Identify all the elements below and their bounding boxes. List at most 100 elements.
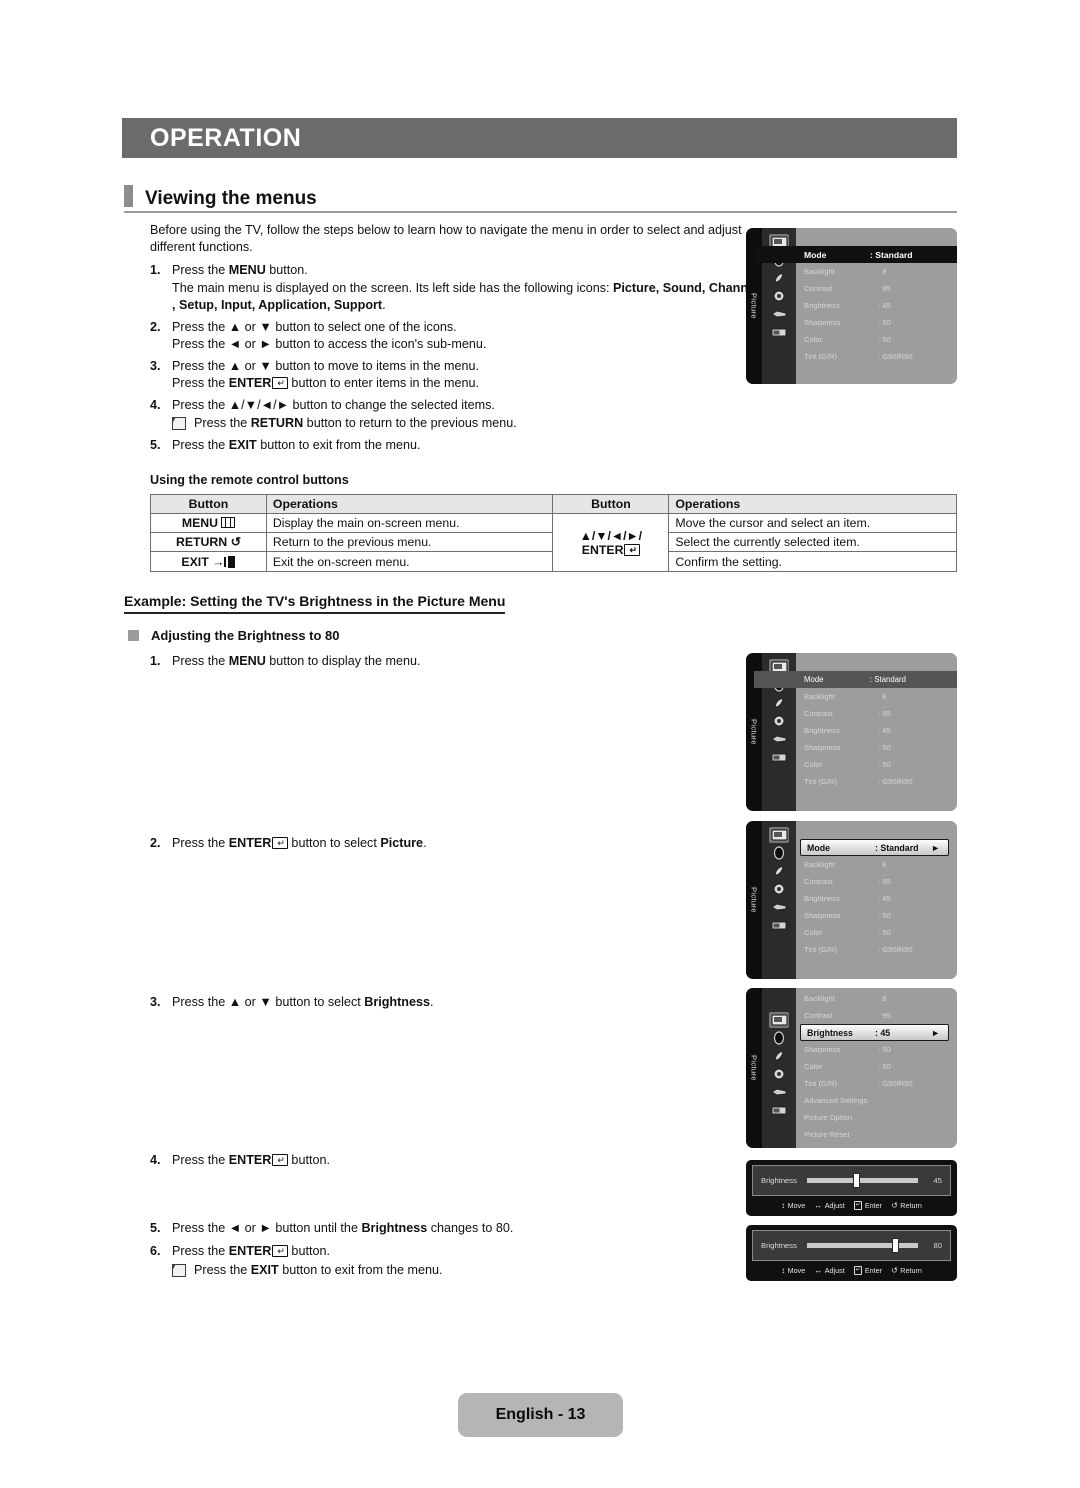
cell-operation-return: Return to the previous menu. — [265, 532, 554, 552]
slider-track[interactable] — [807, 1173, 918, 1188]
osd-row[interactable]: Backlight: 8 — [796, 856, 957, 873]
text: button to return to the previous menu. — [303, 416, 517, 430]
step-1: 1. Press the MENU button. The main menu … — [150, 262, 760, 315]
enter-key-icon: ↵ — [272, 377, 288, 389]
osd-row[interactable]: Tint (G/R): G50/R50 — [796, 773, 957, 790]
osd-row[interactable]: Backlight: 8 — [796, 688, 957, 705]
osd-footer-bar: ↕ Move ↔ Adjust ↵ Enter ↺ Return — [746, 1198, 957, 1213]
osd-row[interactable]: Picture Option — [796, 1109, 957, 1126]
osd-row[interactable]: Backlight: 8 — [796, 990, 957, 1007]
slider-track[interactable] — [807, 1238, 918, 1253]
cell-button-return: RETURN ↺ — [150, 532, 267, 552]
osd-row-label: Mode — [807, 842, 830, 853]
osd-row[interactable]: Sharpness: 50 — [796, 314, 957, 331]
footer-move[interactable]: ↕ Move — [781, 1201, 805, 1210]
osd-row[interactable]: Color: 50 — [796, 1058, 957, 1075]
osd-row[interactable]: Contrast: 95 — [796, 705, 957, 722]
osd-row[interactable]: Tint (G/R): G50/R50 — [796, 1075, 957, 1092]
osd-row-label: Contrast — [804, 709, 833, 718]
footer-enter[interactable]: ↵ Enter — [853, 1266, 882, 1275]
step-3: 3. Press the ▲ or ▼ button to move to it… — [150, 358, 760, 393]
contrast-icon[interactable] — [769, 1048, 789, 1064]
osd-row[interactable]: Brightness: 45 — [796, 722, 957, 739]
contrast-icon[interactable] — [769, 270, 789, 286]
section-title: Viewing the menus — [145, 188, 317, 209]
osd-row[interactable]: Sharpness: 50 — [796, 739, 957, 756]
settings-gear-icon[interactable] — [769, 881, 789, 897]
backlight-icon[interactable] — [769, 1030, 789, 1046]
osd-panel-2: Picture Mode: Standard Backlight: 8 Cont… — [746, 653, 957, 811]
color-icon[interactable] — [769, 1084, 789, 1100]
enter-label-wrap: ENTER ↵ — [559, 543, 662, 557]
color-icon[interactable] — [769, 306, 789, 322]
osd-row[interactable]: Contrast: 95 — [796, 1007, 957, 1024]
text: Press the — [172, 836, 229, 850]
text: button. — [287, 1153, 330, 1167]
settings-gear-icon[interactable] — [769, 713, 789, 729]
footer-enter[interactable]: ↵ Enter — [853, 1201, 882, 1210]
osd-row[interactable]: Brightness: 45 — [796, 890, 957, 907]
footer-move[interactable]: ↕ Move — [781, 1266, 805, 1275]
osd-row[interactable]: Color: 50 — [796, 924, 957, 941]
osd-row[interactable]: Picture Reset — [796, 1126, 957, 1143]
osd-row[interactable]: Contrast: 95 — [796, 280, 957, 297]
osd-row[interactable]: Mode: Standard — [754, 246, 957, 263]
osd-row-selected[interactable]: Brightness: 45 ► — [800, 1024, 949, 1041]
slider-knob[interactable] — [853, 1173, 861, 1188]
osd-row[interactable]: Contrast: 95 — [796, 873, 957, 890]
footer-adjust[interactable]: ↔ Adjust — [814, 1266, 844, 1275]
settings-gear-icon[interactable] — [769, 288, 789, 304]
text: Press the — [172, 654, 229, 668]
osd-row-label: Color — [804, 335, 823, 344]
tint-icon[interactable] — [769, 749, 789, 765]
settings-gear-icon[interactable] — [769, 1066, 789, 1082]
manual-page: OPERATION Viewing the menus Before using… — [0, 0, 1080, 1488]
osd-row[interactable]: Tint (G/R): G50/R50 — [796, 941, 957, 958]
menu-icon — [221, 517, 236, 528]
osd-row[interactable]: Color : 50 — [796, 331, 957, 348]
step-body: Press the ENTER ↵ button to select Pictur… — [172, 835, 710, 853]
enter-keyword: ENTER — [228, 836, 272, 850]
exit-label: EXIT — [181, 555, 209, 569]
adjusting-subheading: Adjusting the Brightness to 80 — [128, 628, 340, 643]
example-step-6: 6. Press the ENTER ↵ button. Press the EX… — [150, 1243, 710, 1279]
osd-row[interactable]: Brightness: 45 — [796, 297, 957, 314]
osd-row-selected[interactable]: Mode: Standard ► — [800, 839, 949, 856]
text: Press the ▲/▼/◄/► button to change the s… — [172, 397, 495, 412]
picture-mode-icon[interactable] — [769, 827, 789, 843]
picture-mode-icon[interactable] — [769, 1012, 789, 1028]
color-icon[interactable] — [769, 731, 789, 747]
osd-row[interactable]: Tint (G/R): G50/R50 — [796, 348, 957, 365]
color-icon[interactable] — [769, 899, 789, 915]
contrast-icon[interactable] — [769, 863, 789, 879]
brightness-keyword: Brightness — [364, 995, 431, 1009]
osd-row[interactable]: Backlight: 8 — [796, 263, 957, 280]
osd-row-label: Backlight — [804, 267, 835, 276]
cell-button-menu: MENU — [150, 513, 267, 533]
picture-keyword: Picture — [380, 836, 424, 850]
tint-icon[interactable] — [769, 324, 789, 340]
tint-icon[interactable] — [769, 1102, 789, 1118]
cell-operation-confirm: Confirm the setting. — [668, 551, 957, 572]
footer-adjust[interactable]: ↔ Adjust — [814, 1201, 844, 1210]
footer-return[interactable]: ↺ Return — [891, 1201, 922, 1210]
footer-return[interactable]: ↺ Return — [891, 1266, 922, 1275]
osd-row[interactable]: Sharpness: 50 — [796, 907, 957, 924]
enter-label: ENTER — [581, 542, 624, 557]
cell-operation-exit: Exit the on-screen menu. — [265, 551, 554, 572]
backlight-icon[interactable] — [769, 845, 789, 861]
osd-row-value: : 50 — [878, 335, 891, 344]
slider-label: Brightness — [761, 1241, 797, 1250]
slider-knob[interactable] — [892, 1238, 900, 1253]
brightness-keyword: Brightness — [361, 1221, 428, 1235]
osd-row[interactable]: Advanced Settings — [796, 1092, 957, 1109]
osd-row-label: Color — [804, 760, 823, 769]
osd-row[interactable]: Sharpness: 50 — [796, 1041, 957, 1058]
tint-icon[interactable] — [769, 917, 789, 933]
contrast-icon[interactable] — [769, 695, 789, 711]
slider-label: Brightness — [761, 1176, 797, 1185]
enter-keyword: ENTER — [228, 1153, 272, 1167]
osd-row[interactable]: Color: 50 — [796, 756, 957, 773]
osd-row[interactable]: Mode: Standard — [754, 671, 957, 688]
text: button to exit from the menu. — [278, 1262, 443, 1277]
